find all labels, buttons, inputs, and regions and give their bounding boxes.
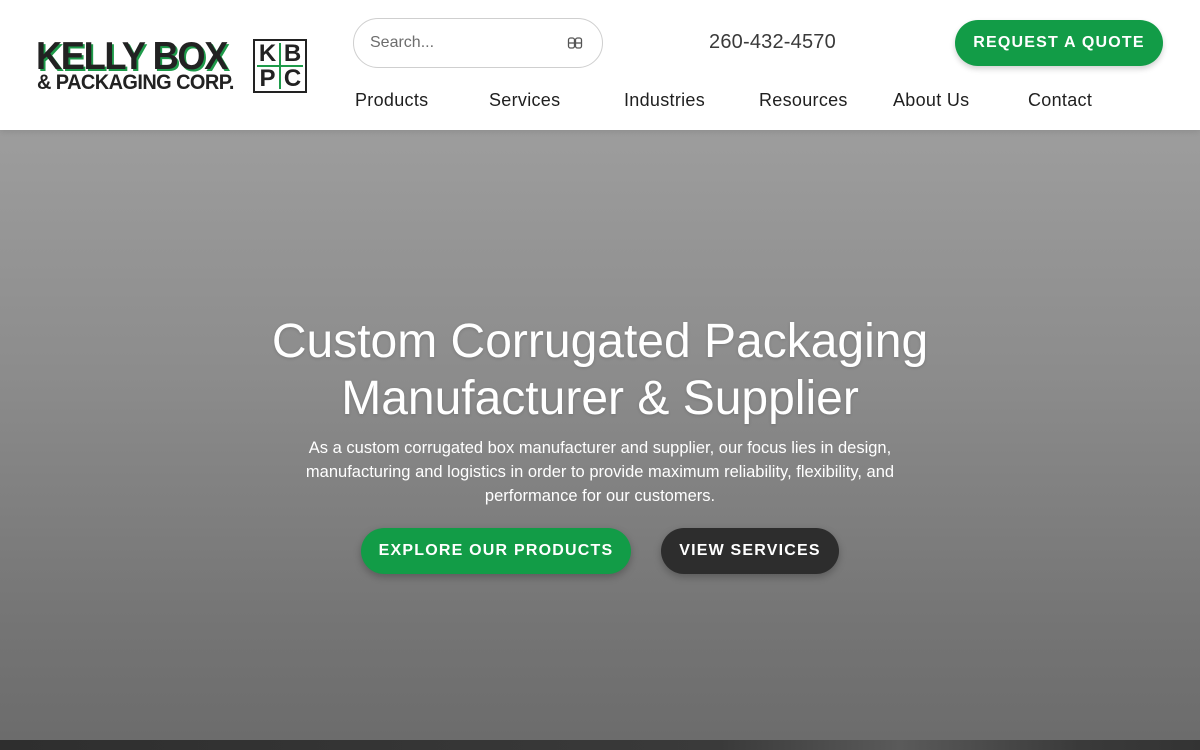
monogram-letter: K [258,39,277,67]
logo-name-line2: & PACKAGING CORP. [37,71,234,94]
monogram-divider-horizontal [257,65,303,67]
monogram-letter: B [283,39,302,67]
logo-monogram: K B P C [253,39,307,93]
search-box [353,18,603,68]
next-section-edge [0,740,1200,750]
nav-item-contact[interactable]: Contact [1028,90,1092,111]
hero-title-line1: Custom Corrugated Packaging [271,315,929,368]
nav-item-about-us[interactable]: About Us [893,90,969,111]
search-icon[interactable] [567,35,583,51]
search-input[interactable] [370,31,560,55]
nav-item-products[interactable]: Products [355,90,428,111]
nav-item-industries[interactable]: Industries [624,90,705,111]
site-header: KELLY BOX & PACKAGING CORP. K B P C 260-… [0,0,1200,130]
hero-title: Custom Corrugated Packaging Manufacturer… [200,313,1000,427]
phone-number[interactable]: 260-432-4570 [709,31,836,54]
nav-item-resources[interactable]: Resources [759,90,848,111]
company-logo[interactable]: KELLY BOX & PACKAGING CORP. K B P C [36,37,311,97]
hero-subtitle: As a custom corrugated box manufacturer … [305,439,895,505]
monogram-letter: C [283,64,302,92]
hero-title-line2: Manufacturer & Supplier [341,372,859,425]
monogram-letter: P [259,64,276,92]
request-quote-button[interactable]: REQUEST A QUOTE [955,20,1163,66]
nav-item-services[interactable]: Services [489,90,560,111]
view-services-button[interactable]: VIEW SERVICES [661,528,839,574]
explore-products-button[interactable]: EXPLORE OUR PRODUCTS [361,528,631,574]
hero-section: Custom Corrugated Packaging Manufacturer… [0,130,1200,740]
